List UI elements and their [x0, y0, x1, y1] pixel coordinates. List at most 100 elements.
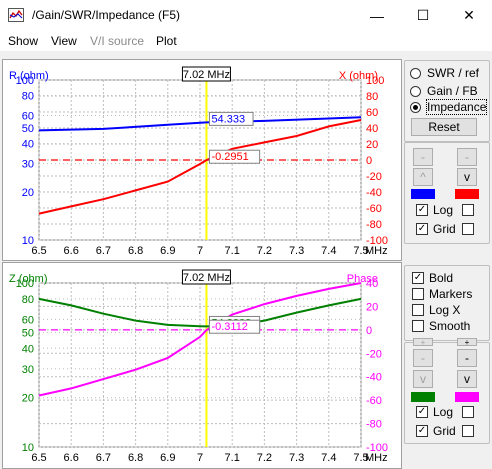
readout-value: -0.3112 [211, 321, 248, 333]
right-tick-label: -100 [366, 235, 388, 247]
maximize-button[interactable]: ☐ [400, 0, 446, 31]
radio-impedance-dot[interactable] [410, 101, 421, 113]
readout-value: 54.333 [211, 113, 245, 125]
chart-bottom-panel: 6.5 6.6 6.7 6.8 6.9 7 7.1 7.2 7.3 7.4 7.5 MHz -100 -8… [2, 262, 402, 469]
minimize-button[interactable]: — [354, 0, 400, 31]
marker-frequency-label: 7.02 MHz [183, 69, 230, 81]
series-color-swatch-magenta[interactable] [455, 392, 479, 402]
radio-swr-ref-dot[interactable] [410, 67, 421, 79]
bottom-grid-right-checkbox[interactable] [462, 425, 474, 437]
right-tick-label: 20 [366, 301, 378, 313]
right-tick-label: 60 [366, 107, 378, 119]
radio-impedance[interactable]: Impedance [410, 99, 488, 115]
radio-gain-fb-dot[interactable] [410, 85, 421, 97]
bottom-grid-check-icon[interactable]: ✓ [416, 425, 428, 437]
bottom-right-minus-button[interactable]: - [457, 349, 477, 367]
bold-check-icon[interactable]: ✓ [412, 272, 424, 284]
bottom-right-down-label: v [464, 372, 470, 386]
bottom-log-right-checkbox[interactable] [462, 406, 474, 418]
close-icon: ✕ [463, 7, 475, 23]
top-log-check-icon[interactable]: ✓ [416, 204, 428, 216]
top-left-minus-button[interactable]: - [413, 148, 433, 166]
right-tick-label: -60 [366, 203, 382, 215]
right-tick-label: 0 [366, 155, 372, 167]
marker-frequency-label: 7.02 MHz [183, 272, 230, 284]
x-tick-label: 7.2 [257, 245, 272, 257]
right-tick-label: 80 [366, 91, 378, 103]
series-color-swatch-green[interactable] [411, 392, 435, 402]
x-tick-label: 6.8 [128, 452, 143, 464]
bottom-left-plus-button[interactable]: + [413, 338, 433, 346]
smooth-check-icon[interactable] [412, 320, 424, 332]
right-tick-label: -20 [366, 171, 382, 183]
right-tick-label: -100 [366, 442, 388, 454]
top-right-minus-label: - [465, 150, 469, 164]
top-log-checkbox[interactable]: ✓ Log [416, 203, 453, 217]
app-icon [8, 8, 24, 22]
logx-checkbox[interactable]: Log X [412, 303, 460, 317]
top-right-minus-button[interactable]: - [457, 148, 477, 166]
series-color-swatch-blue[interactable] [411, 189, 435, 199]
x-tick-label: 7.1 [225, 452, 240, 464]
readout-value: -0.2951 [211, 151, 248, 163]
close-button[interactable]: ✕ [446, 0, 492, 31]
logx-check-icon[interactable] [412, 304, 424, 316]
chart-impedance-phase[interactable]: 6.5 6.6 6.7 6.8 6.9 7 7.1 7.2 7.3 7.4 7.5MHz-100-8… [3, 263, 401, 468]
menu-vi-source[interactable]: V/I source [90, 34, 144, 48]
smooth-checkbox[interactable]: Smooth [412, 319, 470, 333]
top-right-down-label: v [464, 170, 470, 184]
top-right-down-button[interactable]: v [457, 168, 477, 186]
bottom-left-down-label: v [420, 372, 426, 386]
right-axis-title: X (ohm) [339, 70, 378, 82]
bottom-grid-checkbox[interactable]: ✓ Grid [416, 424, 456, 438]
menu-show[interactable]: Show [8, 34, 38, 48]
x-tick-label: 7.3 [289, 452, 304, 464]
left-tick-label: 60 [22, 314, 34, 326]
bold-label: Bold [429, 271, 454, 285]
top-left-up-label: ^ [420, 170, 426, 184]
logx-label: Log X [429, 303, 461, 317]
top-grid-right-checkbox[interactable] [462, 223, 474, 235]
minimize-icon: — [370, 7, 384, 24]
top-left-up-button[interactable]: ^ [413, 168, 433, 186]
right-tick-label: 0 [366, 325, 372, 337]
menu-plot[interactable]: Plot [156, 34, 177, 48]
x-tick-label: 6.7 [96, 452, 111, 464]
radio-swr-ref[interactable]: SWR / ref [410, 66, 479, 80]
x-tick-label: 7.3 [289, 245, 304, 257]
bottom-log-check-icon[interactable]: ✓ [416, 406, 428, 418]
bold-checkbox[interactable]: ✓ Bold [412, 271, 453, 285]
x-tick-label: 7.1 [225, 245, 240, 257]
menu-view[interactable]: View [51, 34, 77, 48]
markers-label: Markers [429, 287, 473, 301]
menu-bar: Show View V/I source Plot [0, 31, 492, 51]
right-tick-label: -40 [366, 372, 382, 384]
bottom-right-down-button[interactable]: v [457, 370, 477, 388]
maximize-icon: ☐ [416, 7, 430, 23]
x-tick-label: 7.4 [321, 245, 336, 257]
left-tick-label: 40 [22, 343, 34, 355]
reset-button-label: Reset [428, 120, 460, 134]
bottom-log-checkbox[interactable]: ✓ Log [416, 405, 453, 419]
x-tick-label: 7 [197, 452, 203, 464]
bottom-right-plus-button[interactable]: + [457, 338, 477, 346]
radio-gain-fb-label: Gain / FB [427, 84, 478, 98]
radio-gain-fb[interactable]: Gain / FB [410, 84, 478, 98]
x-tick-label: 6.8 [128, 245, 143, 257]
markers-check-icon[interactable] [412, 288, 424, 300]
right-axis-title: Phase [347, 273, 378, 285]
top-grid-check-icon[interactable]: ✓ [416, 223, 428, 235]
top-log-right-checkbox[interactable] [462, 204, 474, 216]
left-tick-label: 30 [22, 364, 34, 376]
top-grid-checkbox[interactable]: ✓ Grid [416, 222, 456, 236]
right-tick-label: -40 [366, 187, 382, 199]
series-color-swatch-red[interactable] [455, 189, 479, 199]
bottom-left-down-button[interactable]: v [413, 370, 433, 388]
reset-button[interactable]: Reset [411, 118, 477, 136]
bottom-left-minus-button[interactable]: - [413, 349, 433, 367]
markers-checkbox[interactable]: Markers [412, 287, 472, 301]
chart-resistance-reactance[interactable]: 6.5 6.6 6.7 6.8 6.9 7 7.1 7.2 7.3 7.4 7.5MHz-100-8… [3, 60, 401, 260]
right-tick-label: -60 [366, 395, 382, 407]
left-tick-label: 30 [22, 159, 34, 171]
left-tick-label: 80 [22, 91, 34, 103]
